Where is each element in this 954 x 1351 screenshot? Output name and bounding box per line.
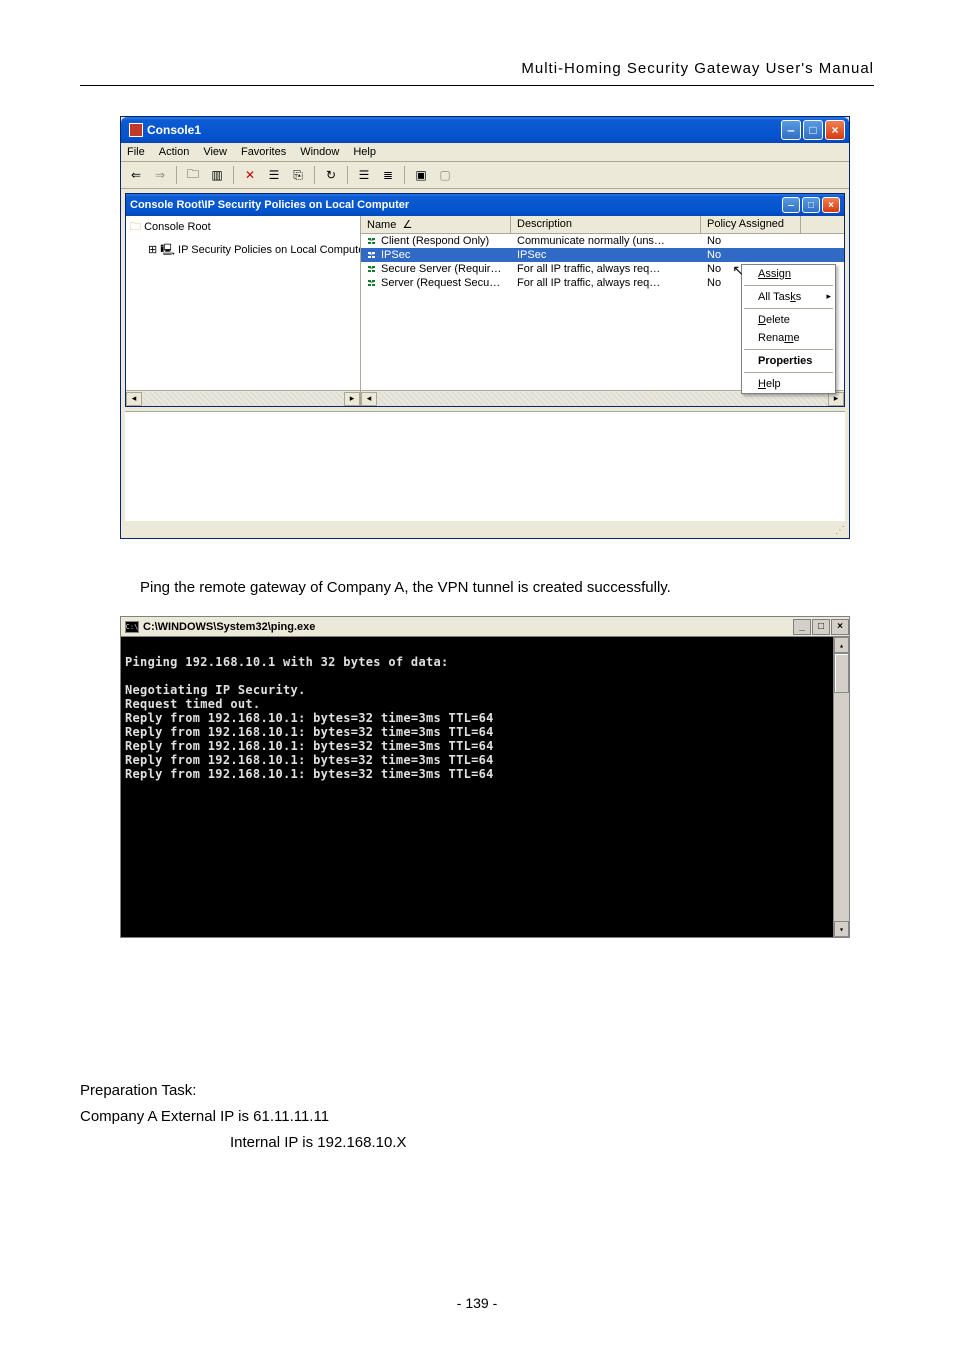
col-name-label: Name xyxy=(367,219,396,231)
list-button[interactable]: ☰ xyxy=(353,165,375,185)
cmd-icon: C:\ xyxy=(125,621,139,633)
maximize-button[interactable]: □ xyxy=(803,120,823,140)
minimize-button[interactable]: ‒ xyxy=(781,120,801,140)
menu-favorites[interactable]: Favorites xyxy=(241,146,286,158)
list-scroll-left[interactable]: ◂ xyxy=(361,392,377,406)
cell-assigned: No xyxy=(701,234,801,248)
prep-title: Preparation Task: xyxy=(80,1078,874,1104)
list-header: Name ∠ Description Policy Assigned xyxy=(361,216,844,234)
cmd-scroll-thumb[interactable] xyxy=(834,653,849,693)
cell-name: IPSec xyxy=(361,248,511,262)
tree-child[interactable]: ⊞ 🖳 IP Security Policies on Local Comput… xyxy=(126,239,360,262)
cmd-scrollbar[interactable]: ▴ ▾ xyxy=(833,637,849,937)
delete-button[interactable]: ✕ xyxy=(239,165,261,185)
mmc-icon xyxy=(129,123,143,137)
ctx-properties[interactable]: Properties xyxy=(742,352,835,370)
menu-file[interactable]: File xyxy=(127,146,145,158)
resize-grip[interactable]: ⋰ xyxy=(121,525,849,538)
preparation-section: Preparation Task: Company A External IP … xyxy=(80,1078,874,1156)
forward-button[interactable]: ⇒ xyxy=(149,165,171,185)
inner-window: Console Root\IP Security Policies on Loc… xyxy=(125,193,845,407)
inner-close-button[interactable]: × xyxy=(822,197,840,213)
table-row[interactable]: Client (Respond Only)Communicate normall… xyxy=(361,234,844,248)
cell-desc: For all IP traffic, always req… xyxy=(511,276,701,290)
cmd-minimize-button[interactable]: _ xyxy=(793,619,811,635)
menu-help[interactable]: Help xyxy=(353,146,376,158)
close-button[interactable]: × xyxy=(825,120,845,140)
list2-button[interactable]: ≣ xyxy=(377,165,399,185)
up-button[interactable]: 🗀 xyxy=(182,165,204,185)
policy2-button[interactable]: ▢ xyxy=(434,165,456,185)
cmd-scroll-track[interactable] xyxy=(834,693,849,921)
show-hide-button[interactable]: ▥ xyxy=(206,165,228,185)
inner-titlebar[interactable]: Console Root\IP Security Policies on Loc… xyxy=(126,194,844,216)
cmd-title-text: C:\WINDOWS\System32\ping.exe xyxy=(143,621,792,633)
menu-view[interactable]: View xyxy=(203,146,227,158)
ctx-all-tasks[interactable]: All Tasks xyxy=(742,288,835,306)
console1-window: Console1 ‒ □ × File Action View Favorite… xyxy=(120,116,850,539)
cmd-close-button[interactable]: × xyxy=(831,619,849,635)
ipsec-snapin-icon: 🖳 xyxy=(160,244,175,256)
cmd-scroll-down[interactable]: ▾ xyxy=(834,921,849,937)
tree-scroll-track[interactable] xyxy=(142,392,344,406)
col-name[interactable]: Name ∠ xyxy=(361,216,511,233)
list-pane[interactable]: Name ∠ Description Policy Assigned Clien… xyxy=(361,216,844,406)
tree-root[interactable]: 🗀 Console Root xyxy=(126,216,360,239)
console1-title-text: Console1 xyxy=(147,123,201,137)
tree-scroll-right[interactable]: ▸ xyxy=(344,392,360,406)
cell-desc: For all IP traffic, always req… xyxy=(511,262,701,276)
context-menu: Assign All Tasks Delete Rename Propertie… xyxy=(741,264,836,394)
tree-scroll-left[interactable]: ◂ xyxy=(126,392,142,406)
back-button[interactable]: ⇐ xyxy=(125,165,147,185)
cell-name: Server (Request Secu… xyxy=(361,276,511,290)
cell-desc: IPSec xyxy=(511,248,701,262)
col-description[interactable]: Description xyxy=(511,216,701,233)
cell-name: Client (Respond Only) xyxy=(361,234,511,248)
inner-minimize-button[interactable]: ‒ xyxy=(782,197,800,213)
properties-button[interactable]: ☰ xyxy=(263,165,285,185)
cell-desc: Communicate normally (uns… xyxy=(511,234,701,248)
cmd-scroll-up[interactable]: ▴ xyxy=(834,637,849,653)
table-row[interactable]: IPSecIPSecNo xyxy=(361,248,844,262)
console1-titlebar[interactable]: Console1 ‒ □ × xyxy=(121,117,849,143)
tree-child-label: IP Security Policies on Local Compute xyxy=(178,244,361,256)
ctx-rename[interactable]: Rename xyxy=(742,329,835,347)
export-button[interactable]: ⎘ xyxy=(287,165,309,185)
policy-icon xyxy=(367,277,379,289)
ctx-help[interactable]: Help xyxy=(742,375,835,393)
ctx-delete[interactable]: Delete xyxy=(742,311,835,329)
col-assigned[interactable]: Policy Assigned xyxy=(701,216,801,233)
cmd-output[interactable]: Pinging 192.168.10.1 with 32 bytes of da… xyxy=(121,637,833,937)
folder-icon: 🗀 xyxy=(130,221,141,233)
policy-icon xyxy=(367,263,379,275)
tree-root-label: Console Root xyxy=(144,221,211,233)
toolbar: ⇐ ⇒ 🗀 ▥ ✕ ☰ ⎘ ↻ ☰ ≣ ▣ ▢ xyxy=(121,162,849,189)
menu-window[interactable]: Window xyxy=(300,146,339,158)
prep-line1: Company A External IP is 61.11.11.11 xyxy=(80,1104,874,1130)
inner-title-text: Console Root\IP Security Policies on Loc… xyxy=(130,199,409,211)
inner-maximize-button[interactable]: □ xyxy=(802,197,820,213)
menu-action[interactable]: Action xyxy=(159,146,190,158)
policy-button[interactable]: ▣ xyxy=(410,165,432,185)
menubar: File Action View Favorites Window Help xyxy=(121,143,849,162)
prep-line2: Internal IP is 192.168.10.X xyxy=(230,1130,874,1156)
blank-area xyxy=(125,411,845,521)
cmd-titlebar[interactable]: C:\ C:\WINDOWS\System32\ping.exe _ □ × xyxy=(121,617,849,637)
cell-name: Secure Server (Requir… xyxy=(361,262,511,276)
policy-icon xyxy=(367,235,379,247)
document-header: Multi-Homing Security Gateway User's Man… xyxy=(80,60,874,86)
cmd-maximize-button[interactable]: □ xyxy=(812,619,830,635)
cmd-window: C:\ C:\WINDOWS\System32\ping.exe _ □ × P… xyxy=(120,616,850,938)
cell-assigned: No xyxy=(701,248,801,262)
tree-pane[interactable]: 🗀 Console Root ⊞ 🖳 IP Security Policies … xyxy=(126,216,361,406)
refresh-button[interactable]: ↻ xyxy=(320,165,342,185)
cursor-icon: ↖ xyxy=(732,262,744,279)
page-number: - 139 - xyxy=(0,1295,954,1311)
policy-icon xyxy=(367,249,379,261)
ctx-assign[interactable]: Assign xyxy=(742,265,835,283)
paragraph-ping: Ping the remote gateway of Company A, th… xyxy=(140,579,874,596)
